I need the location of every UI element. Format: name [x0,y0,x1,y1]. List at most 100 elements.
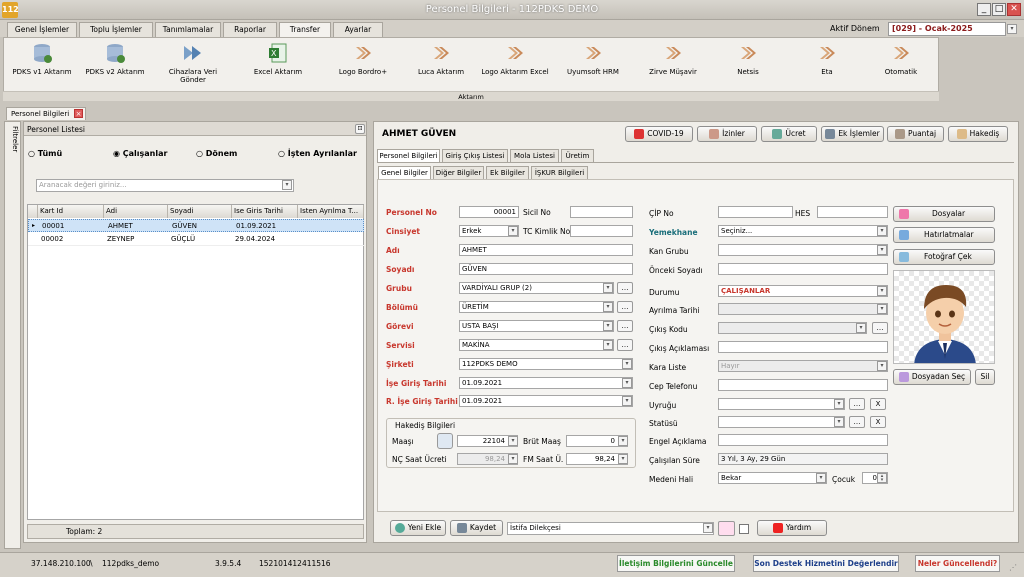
dosyadan-sec-button[interactable]: Dosyadan Seç [893,369,971,385]
ribbon-otomatik-button[interactable]: Otomatik [866,42,936,76]
cikis-acik-field[interactable] [718,341,888,353]
engel-field[interactable] [718,434,888,446]
tab-transfer[interactable]: Transfer [279,22,331,38]
uyruk-clear-button[interactable]: X [870,398,886,410]
kara-dropdown-icon[interactable]: ▾ [877,361,887,371]
neler-guncellendi-button[interactable]: Neler Güncellendi? [915,555,1000,572]
calculator-icon[interactable] [437,433,453,449]
uyruk-select[interactable] [718,398,845,410]
gorevi-dropdown-icon[interactable]: ▾ [603,321,613,331]
search-dropdown-icon[interactable]: ▾ [282,180,292,190]
ise-giris-calendar-icon[interactable]: ▾ [622,378,632,388]
servisi-more-button[interactable]: … [617,339,633,351]
tab-raporlar[interactable]: Raporlar [223,22,277,37]
column-header-isten-ayrilma[interactable]: Isten Ayrılma T... [298,205,364,218]
ribbon-logo-excel-button[interactable]: Logo Aktarım Excel [480,42,550,76]
durumu-select[interactable]: ÇALIŞANLAR [718,285,888,297]
subtab-ek-bilgiler[interactable]: Ek Bilgiler [486,166,529,179]
covid-button[interactable]: COVID-19 [625,126,693,142]
r-ise-giris-calendar-icon[interactable]: ▾ [622,396,632,406]
subtab-diger-bilgiler[interactable]: Diğer Bilgiler [433,166,484,179]
kaydet-button[interactable]: Kaydet [450,520,503,536]
dosyalar-button[interactable]: Dosyalar [893,206,995,222]
cikis-kodu-more-button[interactable]: … [872,322,888,334]
ayrilma-calendar-icon[interactable]: ▾ [877,304,887,314]
soyadi-field[interactable]: GÜVEN [459,263,633,275]
ribbon-pdks-v2-button[interactable]: PDKS v2 Aktarım [80,42,150,76]
sirketi-dropdown-icon[interactable]: ▾ [622,359,632,369]
subtab-genel-bilgiler[interactable]: Genel Bilgiler [378,166,431,179]
medeni-dropdown-icon[interactable]: ▾ [816,473,826,483]
column-header-adi[interactable]: Adi [104,205,168,218]
grubu-dropdown-icon[interactable]: ▾ [603,283,613,293]
tab-toplu-islemler[interactable]: Toplu İşlemler [79,22,153,37]
statu-clear-button[interactable]: X [870,416,886,428]
fm-dropdown-icon[interactable]: ▾ [618,454,628,464]
tab-ayarlar[interactable]: Ayarlar [333,22,383,37]
ribbon-eta-button[interactable]: Eta [792,42,862,76]
istifa-dropdown-icon[interactable]: ▾ [703,523,713,533]
gorevi-more-button[interactable]: … [617,320,633,332]
hes-field[interactable] [817,206,888,218]
istifa-select[interactable]: İstifa Dilekçesi [507,522,714,535]
statu-more-button[interactable]: … [849,416,865,428]
radio-isten-ayrilanlar[interactable]: ○ İşten Ayrılanlar [278,149,357,158]
tab-tanimlamalar[interactable]: Tanımlamalar [155,22,221,37]
ribbon-logo-bordro-button[interactable]: Logo Bordro+ [328,42,398,76]
kan-dropdown-icon[interactable]: ▾ [877,245,887,255]
hakedis-button[interactable]: Hakediş [948,126,1008,142]
yeni-ekle-button[interactable]: Yeni Ekle [390,520,446,536]
nc-dropdown-icon[interactable]: ▾ [508,454,518,464]
radio-calisanlar[interactable]: ◉ Çalışanlar [113,149,167,158]
doc-tab-close-icon[interactable]: × [74,109,83,118]
ribbon-uyumsoft-button[interactable]: Uyumsoft HRM [558,42,628,76]
istifa-checkbox[interactable] [739,524,749,534]
sicil-no-field[interactable] [570,206,633,218]
onceki-field[interactable] [718,263,888,275]
uyruk-more-button[interactable]: … [849,398,865,410]
bolumu-select[interactable]: ÜRETİM [459,301,614,313]
medeni-select[interactable]: Bekar [718,472,827,484]
donem-select[interactable]: [029] - Ocak-2025 [888,22,1006,36]
column-header-ise-giris[interactable]: Ise Giris Tarihi [232,205,298,218]
tab-personel-bilgileri[interactable]: Personel Bilgileri [377,149,440,162]
table-row[interactable]: ▸ 00001 AHMET GÜVEN 01.09.2021 [28,219,364,232]
tab-uretim[interactable]: Üretim [561,149,594,162]
statu-dropdown-icon[interactable]: ▾ [834,417,844,427]
cinsiyet-dropdown-icon[interactable]: ▾ [508,226,518,236]
radio-tumu[interactable]: ○ Tümü [28,149,62,158]
ucret-button[interactable]: Ücret [761,126,817,142]
radio-donem[interactable]: ○ Dönem [196,149,237,158]
bolumu-more-button[interactable]: … [617,301,633,313]
yardim-button[interactable]: Yardım [757,520,827,536]
izinler-button[interactable]: İzinler [697,126,757,142]
brut-dropdown-icon[interactable]: ▾ [618,436,628,446]
column-header-kart-id[interactable]: Kart Id [38,205,104,218]
minimize-button[interactable]: _ [977,3,991,16]
column-header-soyadi[interactable]: Soyadi [168,205,232,218]
table-row[interactable]: 00002 ZEYNEP GÜÇLÜ 29.04.2024 [28,233,364,246]
adi-field[interactable]: AHMET [459,244,633,256]
grubu-select[interactable]: VARDİYALI GRUP (2) [459,282,614,294]
ribbon-pdks-v1-button[interactable]: PDKS v1 Aktarım [7,42,77,76]
hatirlatmalar-button[interactable]: Hatırlatmalar [893,227,995,243]
ribbon-netsis-button[interactable]: Netsis [713,42,783,76]
yemekhane-dropdown-icon[interactable]: ▾ [877,226,887,236]
servisi-select[interactable]: MAKİNA [459,339,614,351]
ek-islemler-button[interactable]: Ek İşlemler [821,126,884,142]
sirketi-select[interactable]: 112PDKS DEMO [459,358,633,370]
statu-select[interactable] [718,416,845,428]
close-button[interactable]: ✕ [1007,3,1021,16]
cep-field[interactable] [718,379,888,391]
cikis-kodu-select[interactable] [718,322,867,334]
ribbon-zirve-button[interactable]: Zirve Müşavir [638,42,708,76]
ayrilma-date[interactable] [718,303,888,315]
fotograf-cek-button[interactable]: Fotoğraf Çek [893,249,995,265]
sil-button[interactable]: Sil [975,369,995,385]
donem-dropdown-icon[interactable]: ▾ [1007,24,1017,34]
filter-side-tab[interactable]: Filtreler [6,126,19,166]
search-input[interactable]: Aranacak değeri giriniz... [36,179,294,192]
puantaj-button[interactable]: Puantaj [887,126,944,142]
maasi-dropdown-icon[interactable]: ▾ [508,436,518,446]
pdf-icon[interactable] [718,521,735,536]
